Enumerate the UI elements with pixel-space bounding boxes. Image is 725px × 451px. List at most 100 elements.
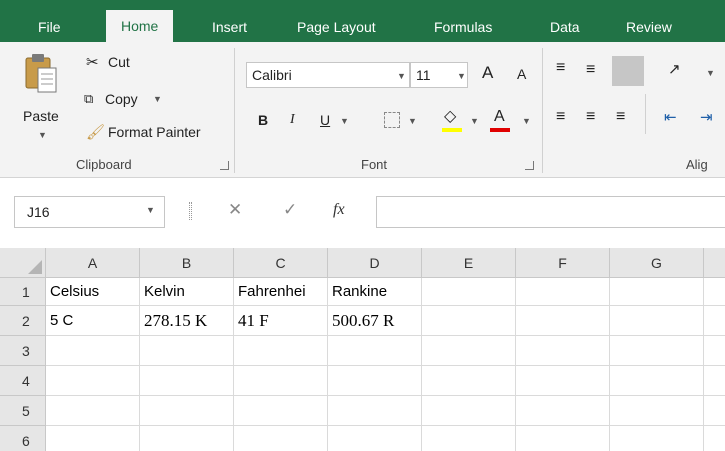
cell-b6[interactable] (140, 426, 234, 451)
cell-d6[interactable] (328, 426, 422, 451)
orientation-dropdown-icon[interactable]: ▼ (706, 68, 715, 78)
cell-h3[interactable] (704, 336, 725, 366)
fill-color-dropdown-icon[interactable]: ▼ (470, 116, 479, 126)
column-header-a[interactable]: A (46, 248, 140, 278)
cell-c1[interactable]: Fahrenhei (234, 278, 328, 306)
cell-e1[interactable] (422, 278, 516, 306)
align-left-icon[interactable]: ≡ (556, 108, 565, 126)
font-name-dropdown-icon[interactable]: ▼ (397, 71, 406, 81)
align-middle-icon[interactable]: ≡ (586, 61, 595, 79)
cell-f4[interactable] (516, 366, 610, 396)
cell-f1[interactable] (516, 278, 610, 306)
align-bottom-button[interactable] (612, 56, 644, 86)
cell-c3[interactable] (234, 336, 328, 366)
column-header-c[interactable]: C (234, 248, 328, 278)
cell-e2[interactable] (422, 306, 516, 336)
cell-g6[interactable] (610, 426, 704, 451)
row-header-2[interactable]: 2 (0, 306, 46, 336)
cell-e4[interactable] (422, 366, 516, 396)
increase-font-size-button[interactable]: A (482, 63, 493, 83)
cell-h1[interactable] (704, 278, 725, 306)
tab-home[interactable]: Home (106, 10, 174, 42)
column-header-g[interactable]: G (610, 248, 704, 278)
enter-button[interactable]: ✓ (283, 200, 297, 220)
cell-b3[interactable] (140, 336, 234, 366)
cell-b4[interactable] (140, 366, 234, 396)
cell-g4[interactable] (610, 366, 704, 396)
row-header-4[interactable]: 4 (0, 366, 46, 396)
cell-g2[interactable] (610, 306, 704, 336)
tab-data[interactable]: Data (550, 13, 580, 42)
orientation-icon[interactable]: ↗ (668, 60, 681, 78)
align-top-icon[interactable]: ≡ (556, 59, 565, 77)
cell-h4[interactable] (704, 366, 725, 396)
cell-g3[interactable] (610, 336, 704, 366)
font-name-combo[interactable]: Calibri (246, 62, 410, 88)
cell-f3[interactable] (516, 336, 610, 366)
cell-c2[interactable]: 41 F (234, 306, 328, 336)
font-launcher-icon[interactable] (525, 161, 534, 170)
cell-f2[interactable] (516, 306, 610, 336)
cell-h6[interactable] (704, 426, 725, 451)
font-color-button[interactable]: A (494, 108, 505, 126)
formula-input[interactable] (376, 196, 725, 228)
cell-g1[interactable] (610, 278, 704, 306)
cancel-button[interactable]: ✕ (228, 200, 242, 220)
tab-page-layout[interactable]: Page Layout (297, 13, 376, 42)
cell-e3[interactable] (422, 336, 516, 366)
cell-h5[interactable] (704, 396, 725, 426)
cell-a1[interactable]: Celsius (46, 278, 140, 306)
align-center-icon[interactable]: ≡ (586, 108, 595, 126)
row-header-5[interactable]: 5 (0, 396, 46, 426)
cell-b2[interactable]: 278.15 K (140, 306, 234, 336)
borders-icon[interactable] (384, 112, 400, 128)
row-header-3[interactable]: 3 (0, 336, 46, 366)
font-size-dropdown-icon[interactable]: ▼ (457, 71, 466, 81)
underline-dropdown-icon[interactable]: ▼ (340, 116, 349, 126)
tab-file[interactable]: File (38, 13, 61, 42)
cell-d2[interactable]: 500.67 R (328, 306, 422, 336)
bold-button[interactable]: B (258, 112, 268, 128)
cell-a3[interactable] (46, 336, 140, 366)
cell-b5[interactable] (140, 396, 234, 426)
cell-c5[interactable] (234, 396, 328, 426)
select-all-corner[interactable] (0, 248, 46, 278)
cell-e6[interactable] (422, 426, 516, 451)
cell-a5[interactable] (46, 396, 140, 426)
row-header-1[interactable]: 1 (0, 278, 46, 306)
borders-dropdown-icon[interactable]: ▼ (408, 116, 417, 126)
paste-dropdown-icon[interactable]: ▼ (38, 130, 47, 140)
cell-d5[interactable] (328, 396, 422, 426)
decrease-indent-icon[interactable]: ⇤ (664, 108, 677, 126)
cell-d4[interactable] (328, 366, 422, 396)
cell-c4[interactable] (234, 366, 328, 396)
copy-dropdown-icon[interactable]: ▼ (153, 94, 162, 104)
fill-color-icon[interactable]: ◇ (444, 106, 456, 126)
row-header-6[interactable]: 6 (0, 426, 46, 451)
name-box-dropdown-icon[interactable]: ▼ (146, 205, 155, 215)
name-box[interactable]: J16 (14, 196, 165, 228)
increase-indent-icon[interactable]: ⇥ (700, 108, 713, 126)
cell-b1[interactable]: Kelvin (140, 278, 234, 306)
cell-e5[interactable] (422, 396, 516, 426)
clipboard-launcher-icon[interactable] (220, 161, 229, 170)
cell-a2[interactable]: 5 C (46, 306, 140, 336)
italic-button[interactable]: I (290, 112, 295, 128)
cell-a4[interactable] (46, 366, 140, 396)
cell-f6[interactable] (516, 426, 610, 451)
tab-insert[interactable]: Insert (212, 13, 247, 42)
formula-bar-grip[interactable] (189, 202, 192, 220)
column-header-f[interactable]: F (516, 248, 610, 278)
decrease-font-size-button[interactable]: A (517, 66, 526, 82)
underline-button[interactable]: U (320, 112, 330, 128)
column-header-e[interactable]: E (422, 248, 516, 278)
cell-g5[interactable] (610, 396, 704, 426)
align-right-icon[interactable]: ≡ (616, 108, 625, 126)
column-header-b[interactable]: B (140, 248, 234, 278)
tab-review[interactable]: Review (626, 13, 672, 42)
cell-d1[interactable]: Rankine (328, 278, 422, 306)
cell-f5[interactable] (516, 396, 610, 426)
font-color-dropdown-icon[interactable]: ▼ (522, 116, 531, 126)
column-header-d[interactable]: D (328, 248, 422, 278)
insert-function-button[interactable]: fx (333, 201, 345, 219)
